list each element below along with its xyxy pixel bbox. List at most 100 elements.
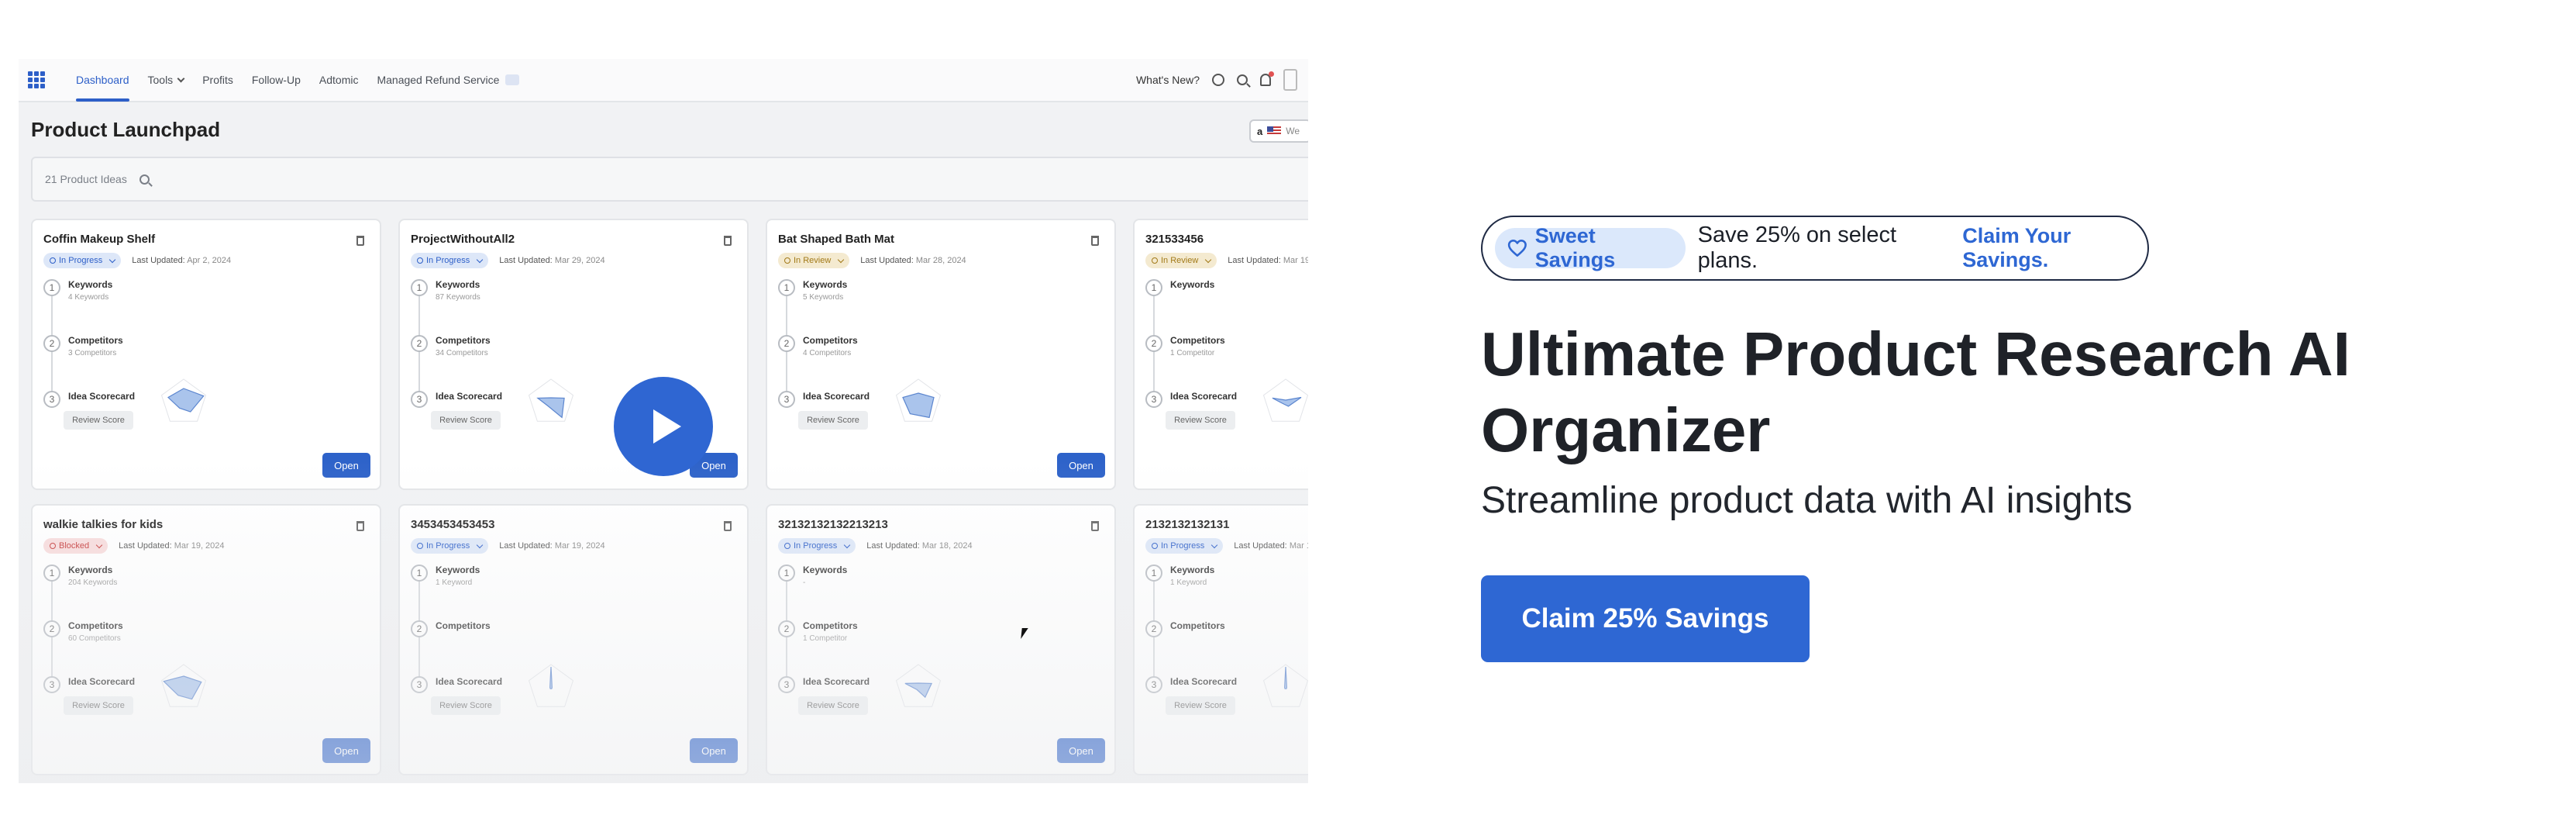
nav-follow-up[interactable]: Follow-Up	[252, 59, 301, 102]
step-label: Competitors	[1170, 335, 1225, 346]
open-button[interactable]: Open	[1057, 453, 1105, 478]
status-label: In Progress	[59, 256, 103, 265]
step-label: Idea Scorecard	[1170, 676, 1238, 687]
play-button[interactable]	[614, 377, 713, 476]
step-label: Idea Scorecard	[68, 676, 136, 687]
status-dropdown[interactable]: In Progress	[43, 253, 122, 268]
step-scorecard: 3 Idea Scorecard	[43, 676, 135, 693]
scorecard-radar-chart	[1262, 378, 1308, 422]
trash-icon[interactable]	[1091, 236, 1099, 246]
nav-profits[interactable]: Profits	[202, 59, 233, 102]
trash-icon[interactable]	[724, 236, 732, 246]
card-status-row: In Review Last Updated: Mar 28, 2024	[778, 253, 966, 268]
open-button[interactable]: Open	[690, 738, 738, 763]
product-card[interactable]: 2132132132131 In Progress Last Updated: …	[1133, 504, 1308, 775]
step-scorecard: 3 Idea Scorecard	[43, 391, 135, 408]
trash-icon[interactable]	[356, 236, 364, 246]
status-label: In Progress	[1161, 541, 1205, 551]
step-keywords: 1 Keywords -	[778, 565, 847, 587]
trash-icon[interactable]	[356, 521, 364, 531]
radar-score-shape	[536, 397, 565, 419]
keywords-count: 1 Keyword	[1170, 578, 1207, 587]
step-number: 2	[411, 335, 428, 352]
step-label: Competitors	[803, 335, 858, 346]
nav-adtomic[interactable]: Adtomic	[319, 59, 359, 102]
review-score-button[interactable]: Review Score	[64, 411, 133, 430]
step-label: Keywords	[803, 279, 848, 290]
step-scorecard: 3 Idea Scorecard	[411, 676, 502, 693]
last-updated-date: Mar 18, 2024	[921, 541, 973, 551]
competitors-count: 3 Competitors	[68, 349, 117, 357]
info-icon[interactable]	[1212, 74, 1224, 86]
trash-icon[interactable]	[1091, 521, 1099, 531]
status-dot-icon	[1152, 543, 1158, 549]
last-updated: Last Updated: Mar 19, 2024	[119, 541, 224, 551]
launchpad-header: Product Launchpad a We	[19, 102, 1308, 157]
product-card[interactable]: 321533456 In Review Last Updated: Mar 19…	[1133, 219, 1308, 490]
radar-score-shape	[1272, 396, 1302, 407]
last-updated-date: Mar 19, 2024	[554, 541, 605, 551]
status-dropdown[interactable]: In Review	[1145, 253, 1217, 268]
card-status-row: In Progress Last Updated: Mar 19, 2024	[411, 538, 605, 554]
status-dropdown[interactable]: Blocked	[43, 538, 108, 554]
product-card[interactable]: Coffin Makeup Shelf In Progress Last Upd…	[31, 219, 381, 490]
product-card[interactable]: walkie talkies for kids Blocked Last Upd…	[31, 504, 381, 775]
competitors-count: 1 Competitor	[803, 634, 848, 643]
whats-new-link[interactable]: What's New?	[1136, 74, 1200, 86]
open-button[interactable]: Open	[322, 738, 370, 763]
trash-icon[interactable]	[724, 521, 732, 531]
last-updated-date: Apr 2, 2024	[187, 256, 232, 265]
review-score-button[interactable]: Review Score	[1166, 411, 1235, 430]
status-dropdown[interactable]: In Review	[778, 253, 850, 268]
new-badge-icon	[505, 74, 520, 85]
step-number: 2	[778, 335, 795, 352]
review-score-button[interactable]: Review Score	[431, 411, 501, 430]
claim-savings-button[interactable]: Claim 25% Savings	[1481, 575, 1810, 662]
card-title: 2132132132131	[1145, 518, 1230, 531]
scorecard-radar-chart	[895, 664, 942, 707]
open-button[interactable]: Open	[322, 453, 370, 478]
review-score-button[interactable]: Review Score	[798, 696, 868, 715]
nav-profits-label: Profits	[202, 74, 233, 86]
nav-managed-refund-label: Managed Refund Service	[377, 74, 500, 86]
step-number: 2	[1145, 335, 1162, 352]
card-title: 3453453453453	[411, 518, 495, 531]
status-dropdown[interactable]: In Progress	[778, 538, 856, 554]
search-icon[interactable]	[1237, 74, 1248, 85]
nav-right-tools: What's New?	[1136, 69, 1297, 91]
card-title: ProjectWithoutAll2	[411, 233, 515, 246]
nav-managed-refund[interactable]: Managed Refund Service	[377, 59, 520, 102]
open-button[interactable]: Open	[1057, 738, 1105, 763]
review-score-button[interactable]: Review Score	[1166, 696, 1235, 715]
status-dropdown[interactable]: In Progress	[411, 253, 489, 268]
bell-icon[interactable]	[1260, 71, 1274, 86]
user-menu-icon[interactable]	[1283, 69, 1297, 91]
review-score-button[interactable]: Review Score	[64, 696, 133, 715]
step-number: 1	[778, 279, 795, 296]
nav-tools[interactable]: Tools	[148, 59, 185, 102]
claim-savings-link[interactable]: Claim Your Savings.	[1962, 224, 2147, 272]
search-icon[interactable]	[139, 174, 150, 185]
video-preview[interactable]: Dashboard Tools Profits Follow-Up Adtomi…	[19, 59, 1308, 783]
radar-score-shape	[167, 388, 205, 413]
page-title: Product Launchpad	[31, 117, 221, 141]
ideas-search-bar[interactable]: 21 Product Ideas	[31, 157, 1308, 202]
scorecard-radar-chart	[528, 378, 574, 422]
step-competitors: 2 Competitors	[411, 620, 491, 637]
keywords-count: 204 Keywords	[68, 578, 118, 587]
nav-dashboard[interactable]: Dashboard	[76, 59, 129, 102]
savings-text: Save 25% on select plans.	[1697, 223, 1896, 273]
product-card[interactable]: 3453453453453 In Progress Last Updated: …	[398, 504, 749, 775]
marketplace-select[interactable]: a We	[1249, 119, 1308, 143]
status-dropdown[interactable]: In Progress	[1145, 538, 1224, 554]
step-competitors: 2 Competitors 1 Competitor	[1145, 335, 1225, 357]
step-competitors: 2 Competitors 34 Competitors	[411, 335, 491, 357]
step-label: Competitors	[436, 620, 491, 631]
status-dropdown[interactable]: In Progress	[411, 538, 489, 554]
step-number: 1	[43, 565, 60, 582]
product-card[interactable]: 32132132132213213 In Progress Last Updat…	[766, 504, 1116, 775]
product-card[interactable]: Bat Shaped Bath Mat In Review Last Updat…	[766, 219, 1116, 490]
review-score-button[interactable]: Review Score	[431, 696, 501, 715]
apps-grid-icon[interactable]	[28, 71, 45, 88]
review-score-button[interactable]: Review Score	[798, 411, 868, 430]
